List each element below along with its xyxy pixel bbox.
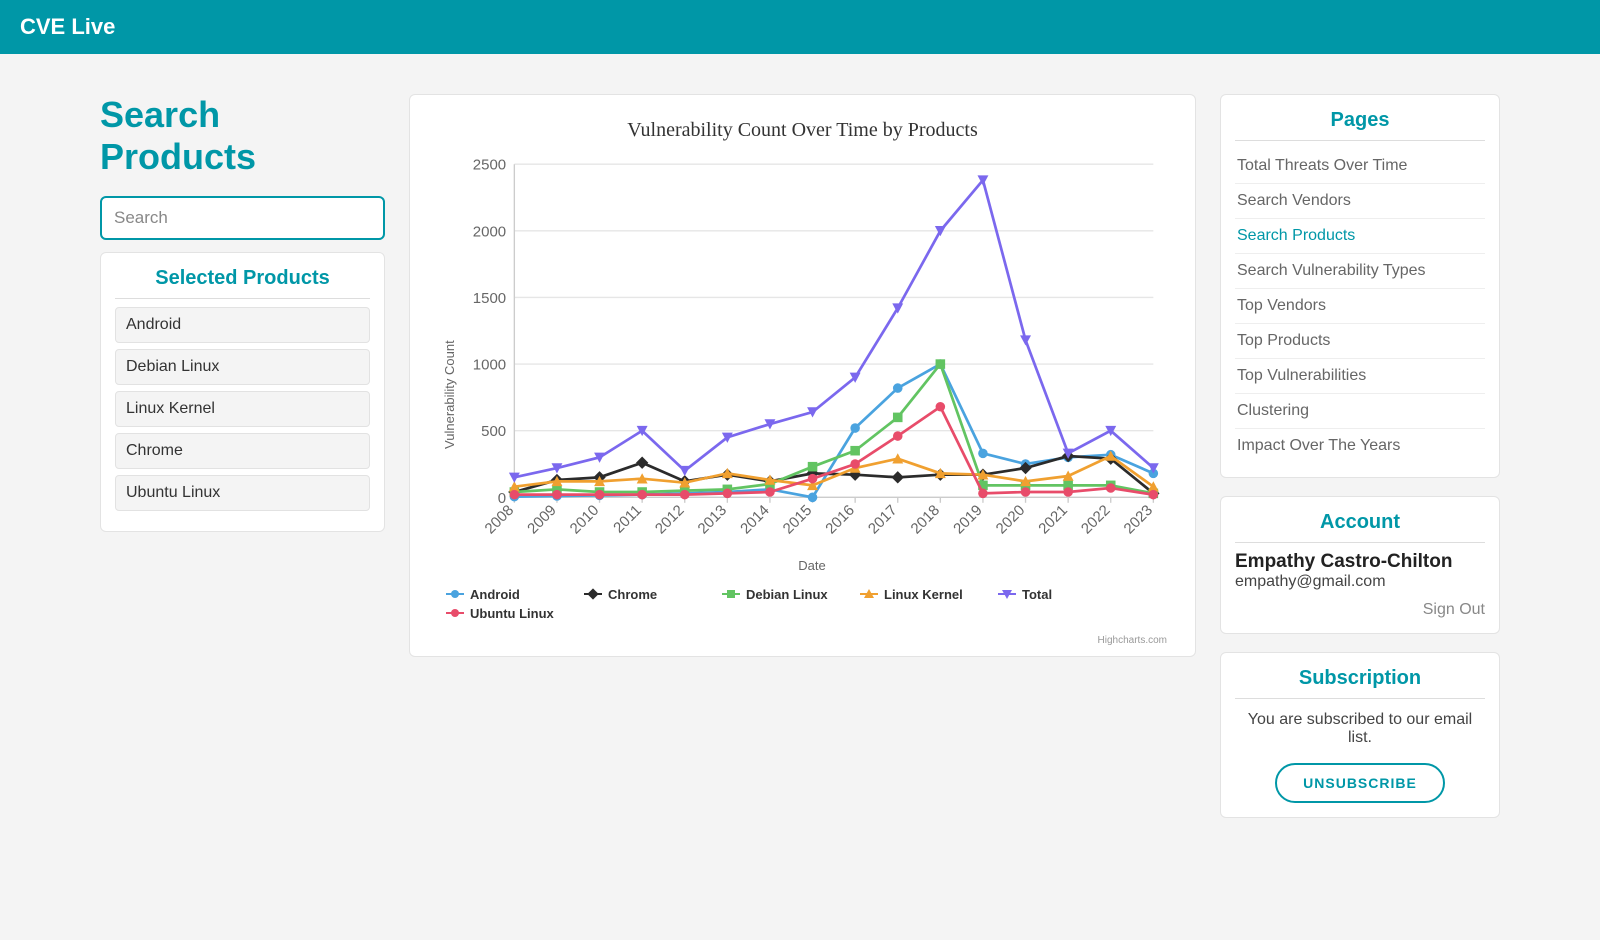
selected-product-item[interactable]: Android — [115, 307, 370, 343]
legend-item[interactable]: Total — [998, 587, 1108, 602]
subscription-heading: Subscription — [1235, 667, 1485, 699]
svg-text:2022: 2022 — [1078, 502, 1114, 538]
pages-item[interactable]: Total Threats Over Time — [1235, 149, 1485, 184]
unsubscribe-button[interactable]: UNSUBSCRIBE — [1275, 763, 1445, 803]
account-email: empathy@gmail.com — [1235, 573, 1485, 591]
svg-text:1500: 1500 — [473, 290, 506, 307]
pages-item[interactable]: Impact Over The Years — [1235, 429, 1485, 463]
brand[interactable]: CVE Live — [20, 14, 115, 39]
topbar: CVE Live — [0, 0, 1600, 54]
svg-text:2017: 2017 — [865, 502, 901, 538]
svg-text:2016: 2016 — [822, 502, 858, 538]
account-name: Empathy Castro-Chilton — [1235, 551, 1485, 573]
svg-text:2018: 2018 — [908, 502, 944, 538]
selected-product-item[interactable]: Ubuntu Linux — [115, 475, 370, 511]
pages-item[interactable]: Search Products — [1235, 219, 1485, 254]
legend-item[interactable]: Android — [446, 587, 556, 602]
svg-text:2010: 2010 — [567, 502, 603, 538]
selected-products-heading: Selected Products — [115, 267, 370, 299]
svg-text:2011: 2011 — [610, 502, 645, 537]
legend-item[interactable]: Chrome — [584, 587, 694, 602]
svg-text:1000: 1000 — [473, 357, 506, 374]
account-heading: Account — [1235, 511, 1485, 543]
svg-text:2012: 2012 — [652, 502, 688, 538]
svg-text:2023: 2023 — [1121, 502, 1157, 538]
pages-item[interactable]: Search Vendors — [1235, 184, 1485, 219]
chart-title: Vulnerability Count Over Time by Product… — [438, 119, 1167, 142]
signout-link[interactable]: Sign Out — [1235, 601, 1485, 619]
svg-text:500: 500 — [481, 423, 506, 440]
legend-item[interactable]: Linux Kernel — [860, 587, 970, 602]
subscription-text: You are subscribed to our email list. — [1235, 711, 1485, 747]
chart-card: Vulnerability Count Over Time by Product… — [409, 94, 1196, 657]
svg-text:2013: 2013 — [695, 502, 731, 538]
middle-column: Vulnerability Count Over Time by Product… — [409, 94, 1196, 657]
svg-text:2500: 2500 — [473, 157, 506, 174]
svg-text:2019: 2019 — [950, 502, 986, 538]
svg-text:2000: 2000 — [473, 223, 506, 240]
chart-ylabel: Vulnerability Count — [438, 156, 457, 573]
svg-text:2014: 2014 — [737, 502, 773, 538]
chart-legend: Android Chrome Debian Linux Linux Kernel Tot… — [438, 573, 1167, 625]
chart-credit: Highcharts.com — [438, 625, 1167, 646]
selected-product-item[interactable]: Chrome — [115, 433, 370, 469]
selected-product-item[interactable]: Linux Kernel — [115, 391, 370, 427]
main-container: Search Products Selected Products Androi… — [0, 54, 1600, 858]
right-column: Pages Total Threats Over TimeSearch Vend… — [1220, 94, 1500, 818]
legend-item[interactable]: Debian Linux — [722, 587, 832, 602]
pages-item[interactable]: Top Vendors — [1235, 289, 1485, 324]
pages-item[interactable]: Top Vulnerabilities — [1235, 359, 1485, 394]
left-column: Search Products Selected Products Androi… — [100, 94, 385, 532]
svg-text:2020: 2020 — [993, 502, 1029, 538]
selected-product-item[interactable]: Debian Linux — [115, 349, 370, 385]
legend-item[interactable]: Ubuntu Linux — [446, 606, 556, 621]
svg-text:2009: 2009 — [524, 502, 560, 538]
search-input[interactable] — [100, 196, 385, 240]
chart-plot[interactable]: 0500100015002000250020082009201020112012… — [457, 156, 1167, 573]
pages-item[interactable]: Top Products — [1235, 324, 1485, 359]
svg-text:2008: 2008 — [482, 502, 518, 538]
subscription-card: Subscription You are subscribed to our e… — [1220, 652, 1500, 818]
pages-card: Pages Total Threats Over TimeSearch Vend… — [1220, 94, 1500, 478]
account-card: Account Empathy Castro-Chilton empathy@g… — [1220, 496, 1500, 634]
page-title: Search Products — [100, 94, 385, 178]
svg-text:2015: 2015 — [780, 502, 816, 538]
pages-item[interactable]: Clustering — [1235, 394, 1485, 429]
svg-text:2021: 2021 — [1035, 502, 1071, 538]
pages-item[interactable]: Search Vulnerability Types — [1235, 254, 1485, 289]
chart-xlabel: Date — [457, 558, 1167, 573]
selected-products-card: Selected Products Android Debian Linux Lin… — [100, 252, 385, 532]
pages-heading: Pages — [1235, 109, 1485, 141]
